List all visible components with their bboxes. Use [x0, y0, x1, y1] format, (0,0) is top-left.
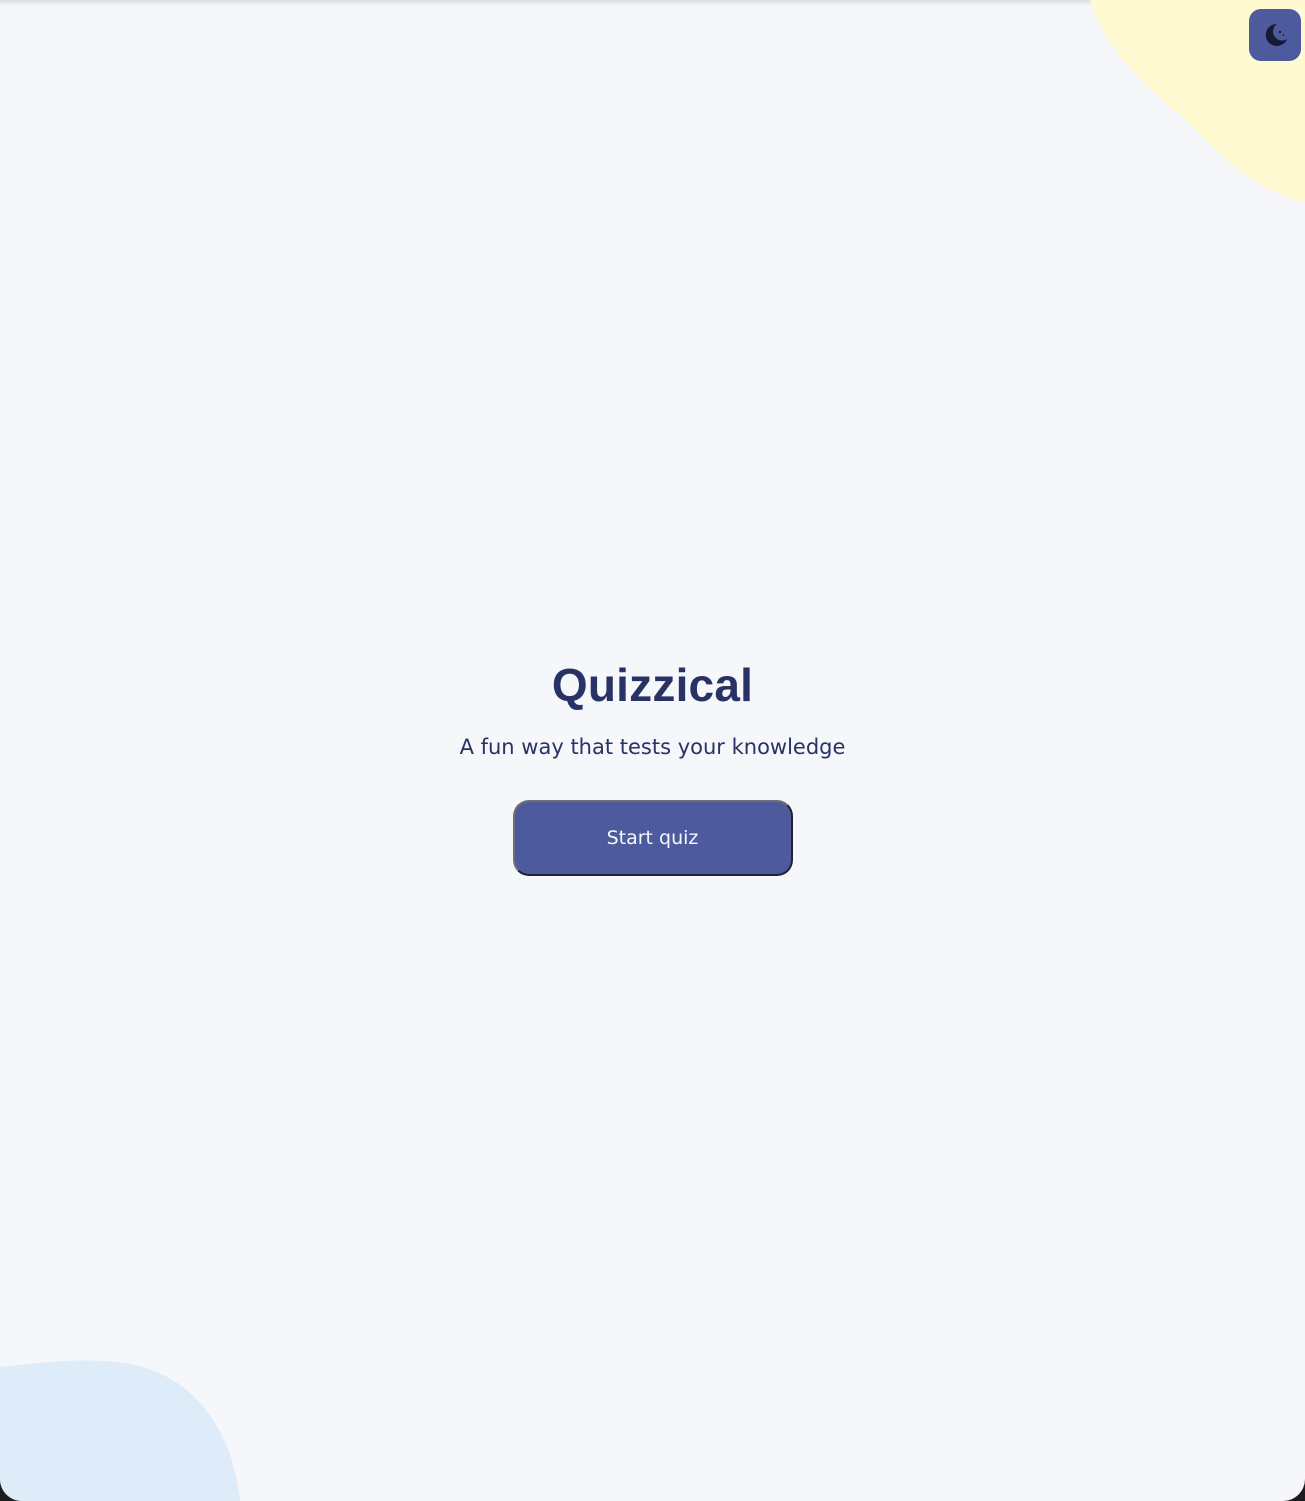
decorative-blob-blue	[0, 1360, 240, 1501]
theme-toggle-button[interactable]	[1249, 9, 1301, 61]
moon-icon	[1260, 20, 1290, 50]
start-quiz-button[interactable]: Start quiz	[512, 800, 793, 876]
intro-section: Quizzical A fun way that tests your know…	[0, 655, 1305, 876]
app-window: Quizzical A fun way that tests your know…	[0, 0, 1305, 1501]
app-title: Quizzical	[551, 659, 754, 711]
app-subtitle: A fun way that tests your knowledge	[459, 735, 846, 759]
